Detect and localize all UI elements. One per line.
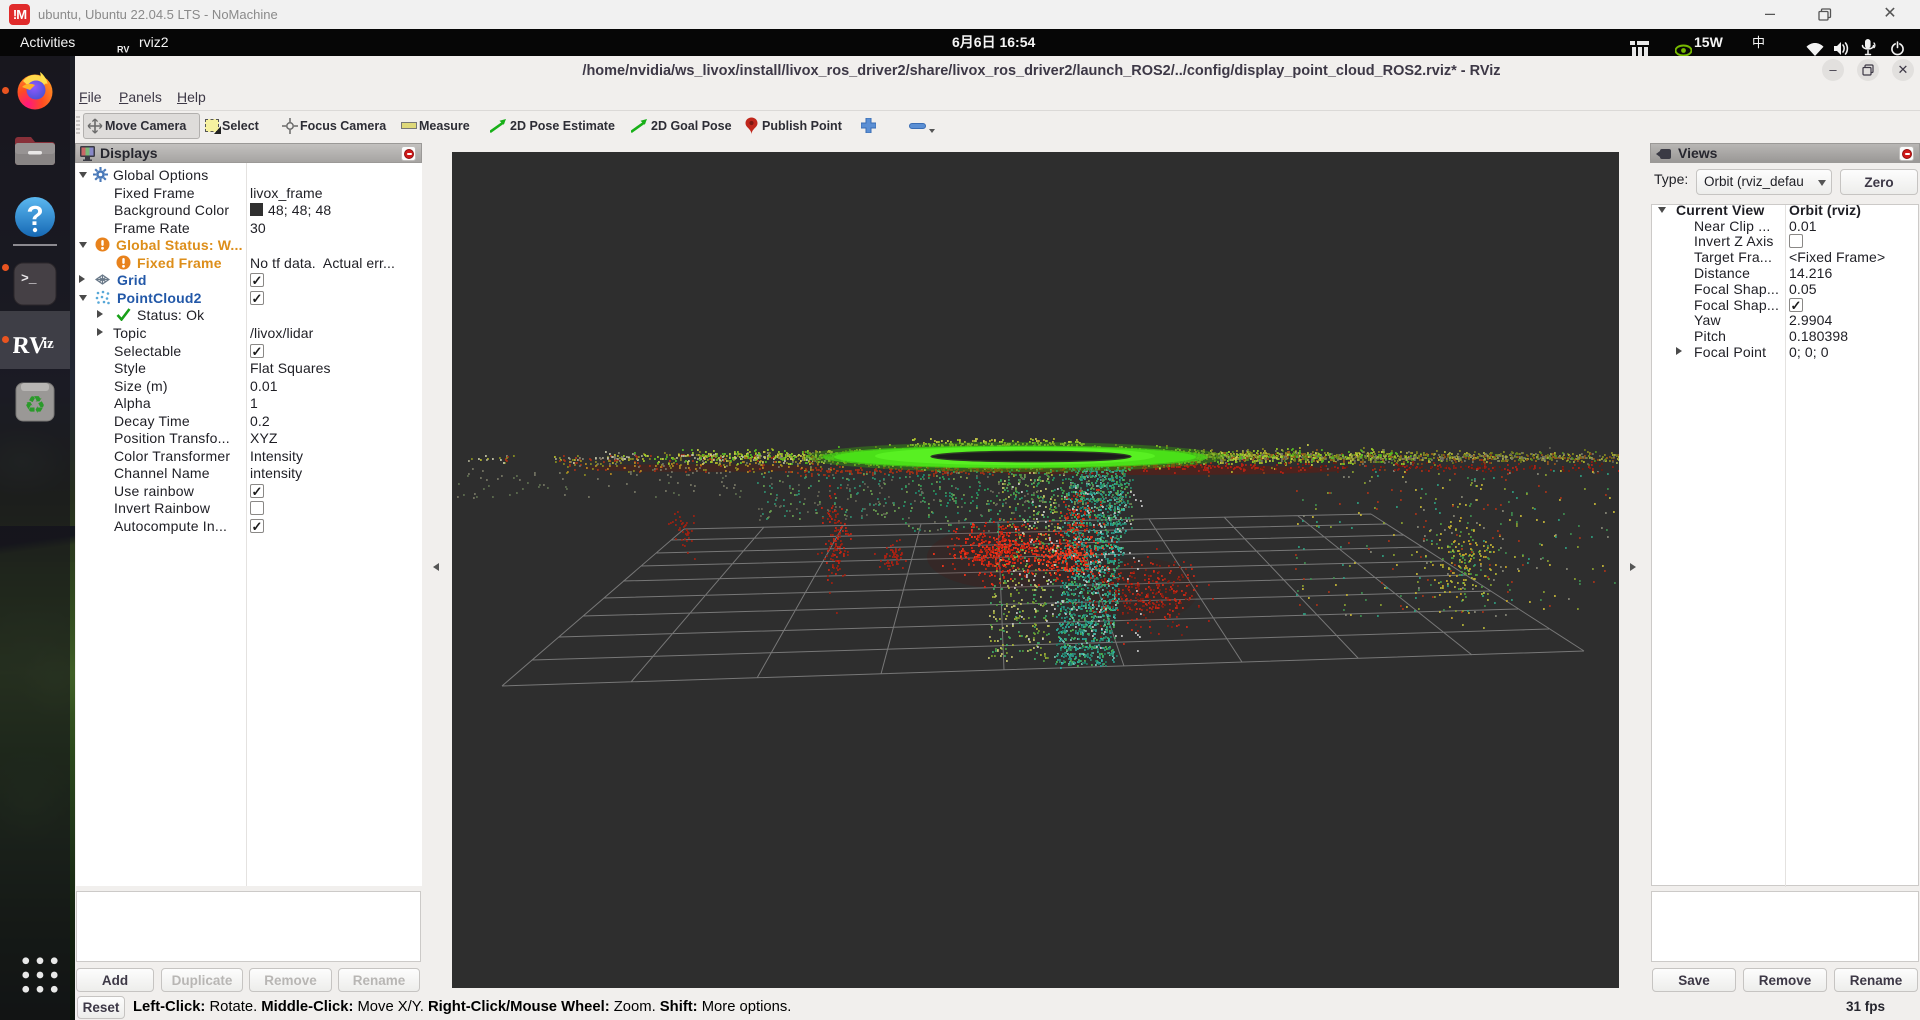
svg-text:iz: iz xyxy=(43,336,54,352)
svg-text:RV: RV xyxy=(117,45,129,55)
svg-text:♻: ♻ xyxy=(24,392,46,419)
svg-text:>_: >_ xyxy=(21,271,37,286)
svg-text:?: ? xyxy=(26,200,43,231)
